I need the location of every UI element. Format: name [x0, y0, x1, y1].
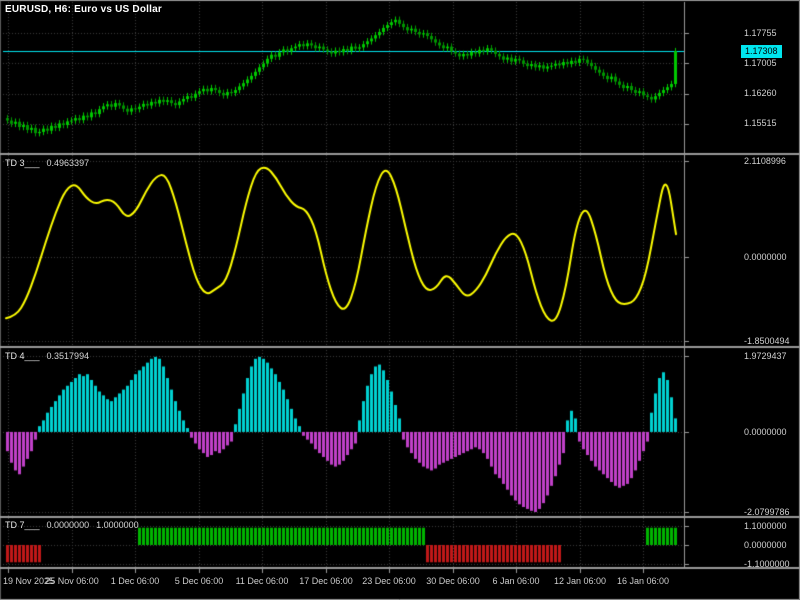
td7-axis-label: 1.1000000 [744, 521, 787, 531]
indicator-value: 0.4963397 [46, 158, 90, 168]
indicator-value-2: 1.0000000 [96, 520, 139, 530]
price-axis-label: 1.15515 [744, 118, 777, 128]
current-price-tag: 1.17308 [741, 45, 782, 58]
time-axis-label: 1 Dec 06:00 [110, 576, 160, 586]
indicator-label-td3: TD 3___ 0.4963397 [5, 158, 89, 169]
time-axis-label: 12 Jan 06:00 [553, 576, 607, 586]
indicator-name: TD 4___ [5, 351, 40, 361]
trading-chart-window: EURUSD, H6: Euro vs US Dollar TD 3___ 0.4… [0, 0, 800, 600]
price-axis-label: 1.17005 [744, 58, 777, 68]
td3-axis-label: 2.1108996 [744, 156, 786, 166]
time-axis-label: 23 Dec 06:00 [362, 576, 416, 586]
price-scale[interactable] [685, 2, 798, 567]
indicator-name: TD 3___ [5, 158, 40, 168]
time-axis-label: 16 Jan 06:00 [616, 576, 670, 586]
td7-axis-label: 0.0000000 [744, 540, 787, 550]
time-axis-label: 30 Dec 06:00 [426, 576, 480, 586]
price-axis-label: 1.16260 [744, 88, 777, 98]
td4-axis-label: -2.0799786 [744, 507, 790, 517]
time-axis-label: 17 Dec 06:00 [299, 576, 353, 586]
chart-canvas[interactable] [0, 0, 800, 600]
chart-title: EURUSD, H6: Euro vs US Dollar [5, 4, 162, 15]
td3-axis-label: -1.8500494 [744, 336, 790, 346]
time-axis-label: 11 Dec 06:00 [235, 576, 289, 586]
td7-axis-label: -1.1000000 [744, 559, 790, 569]
indicator-value: 0.0000000 [46, 520, 90, 530]
time-axis-label: 25 Nov 06:00 [45, 576, 99, 586]
td4-axis-label: 1.9729437 [744, 351, 787, 361]
price-axis-label: 1.17755 [744, 28, 777, 38]
td3-axis-label: 0.0000000 [744, 252, 787, 262]
time-axis-label: 6 Jan 06:00 [492, 576, 540, 586]
indicator-name: TD 7___ [5, 520, 40, 530]
indicator-label-td4: TD 4___ 0.3517994 [5, 351, 89, 362]
td4-axis-label: 0.0000000 [744, 427, 787, 437]
indicator-value: 0.3517994 [46, 351, 90, 361]
time-axis-label: 5 Dec 06:00 [174, 576, 224, 586]
indicator-label-td7: TD 7___ 0.0000000 1.0000000 [5, 520, 139, 531]
